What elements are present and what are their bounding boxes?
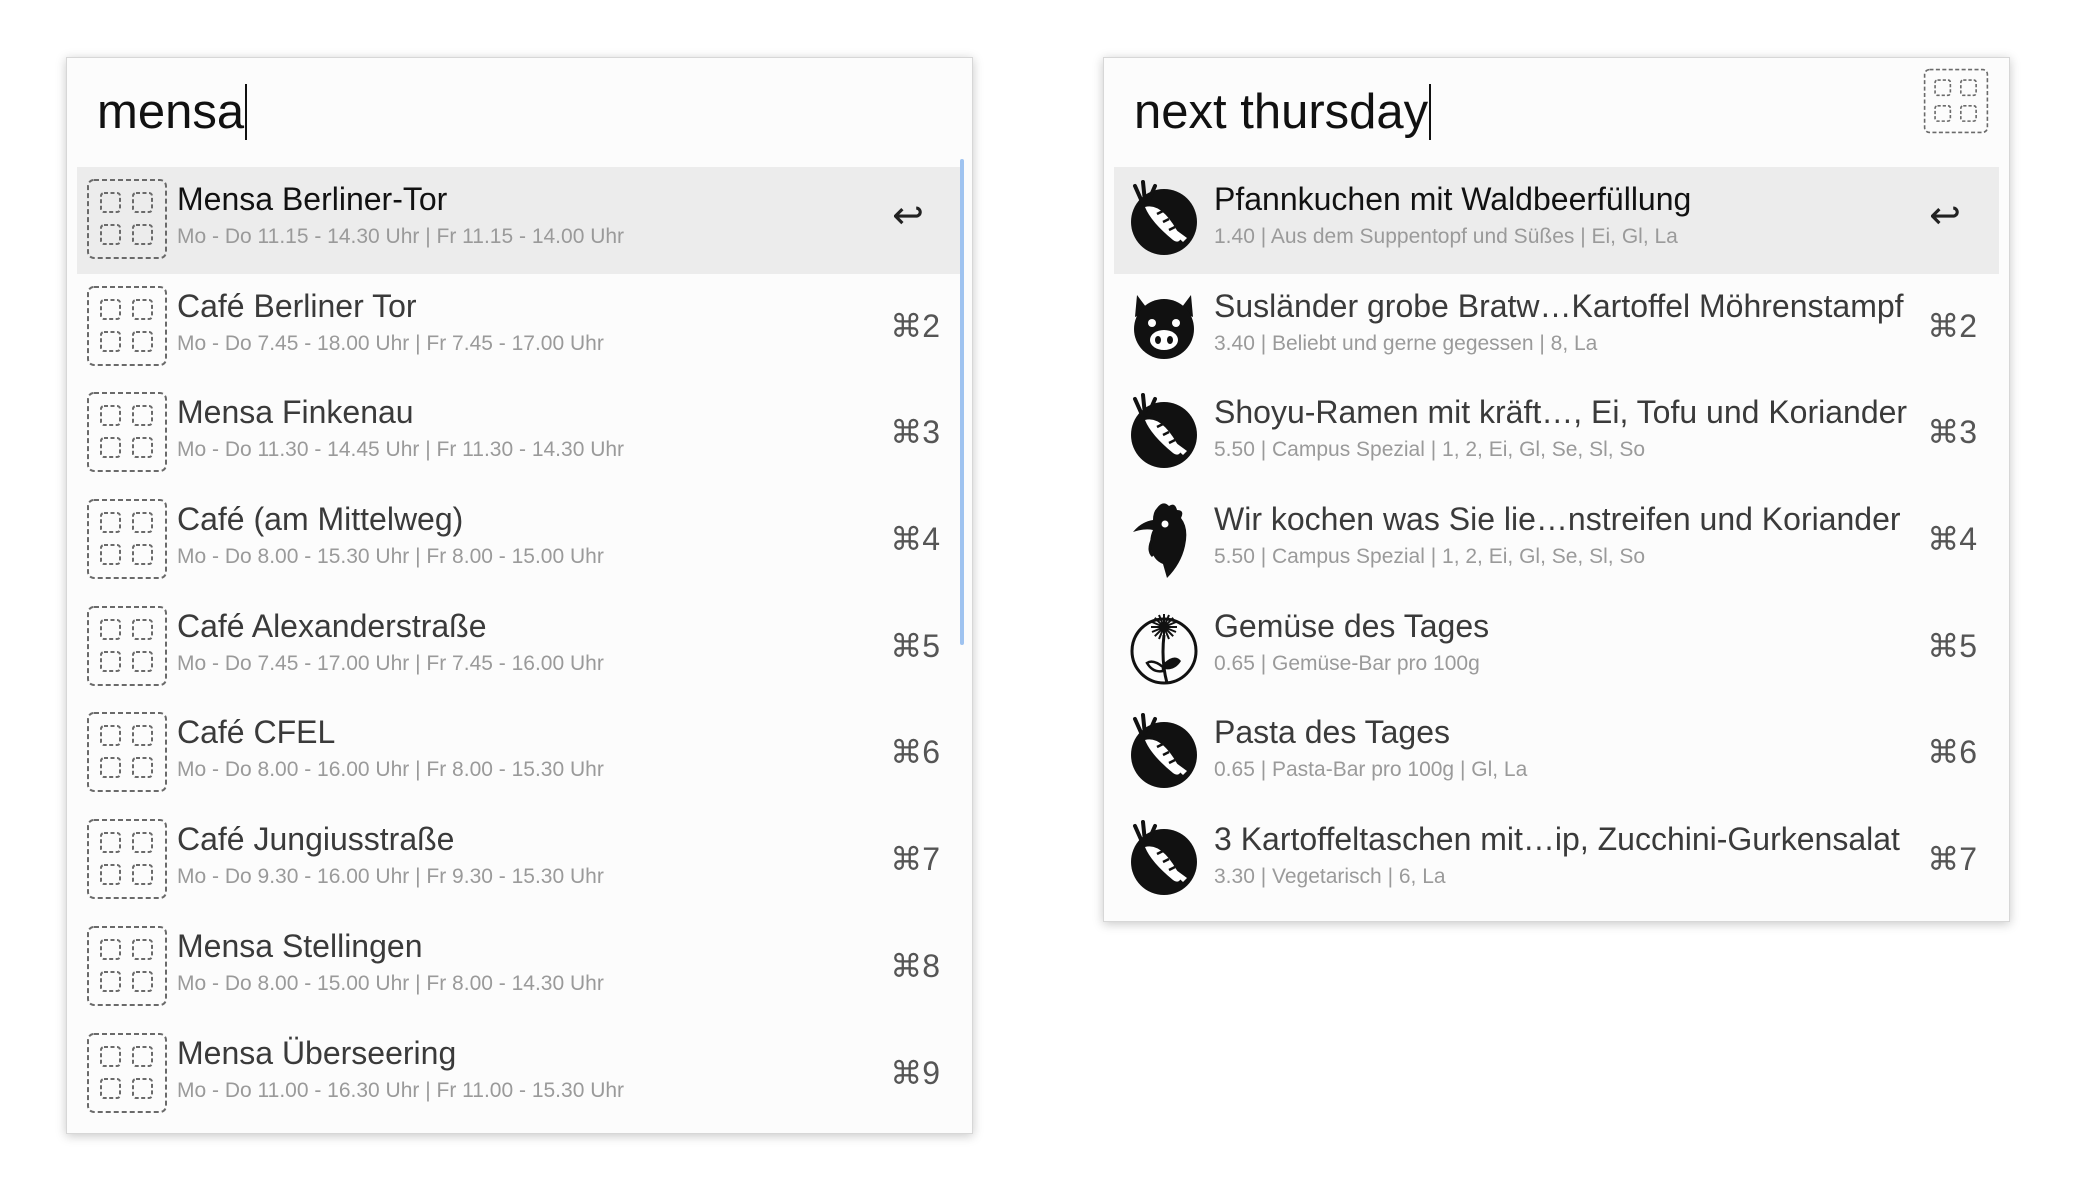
result-subtitle: 0.65 | Pasta-Bar pro 100g | Gl, La <box>1214 758 1528 782</box>
result-subtitle: 1.40 | Aus dem Suppentopf und Süßes | Ei… <box>1214 225 1678 248</box>
shortcut-label: ⌘2 <box>890 307 940 344</box>
result-title: Café (am Mittelweg) <box>177 501 464 538</box>
shortcut-label: ⌘7 <box>890 841 940 878</box>
result-row[interactable]: Pfannkuchen mit Waldbeerfüllung 1.40 | Au… <box>1114 167 1999 274</box>
shortcut-label: ⌘3 <box>890 414 940 451</box>
result-title: Mensa Berliner-Tor <box>177 181 448 217</box>
result-row[interactable]: Mensa Finkenau Mo - Do 11.30 - 14.45 Uhr … <box>77 380 962 487</box>
search-input[interactable]: mensa <box>97 72 248 152</box>
result-row[interactable]: Café CFEL Mo - Do 8.00 - 16.00 Uhr | Fr 8… <box>77 700 962 807</box>
menu-search-panel: next thursday Pfannkuchen mit Waldbeerfü… <box>1103 57 2010 922</box>
search-query-text: next thursday <box>1134 85 1429 139</box>
result-subtitle: 0.65 | Gemüse-Bar pro 100g <box>1214 651 1480 675</box>
placeholder-grid-icon <box>86 818 168 900</box>
shortcut-label: ⌘5 <box>890 627 940 664</box>
result-subtitle: 5.50 | Campus Spezial | 1, 2, Ei, Gl, Se… <box>1214 438 1646 462</box>
result-title: Café Berliner Tor <box>177 287 417 324</box>
result-subtitle: Mo - Do 11.30 - 14.45 Uhr | Fr 11.30 - 1… <box>177 438 625 462</box>
carrot-icon <box>1123 711 1205 793</box>
result-title: Susländer grobe Bratw…Kartoffel Möhrenst… <box>1214 287 1904 324</box>
placeholder-grid-icon <box>86 1032 168 1114</box>
result-title: Gemüse des Tages <box>1214 607 1490 644</box>
result-row[interactable]: Pasta des Tages 0.65 | Pasta-Bar pro 100g… <box>1114 700 1999 807</box>
result-row[interactable]: Mensa Stellingen Mo - Do 8.00 - 15.00 Uhr… <box>77 914 962 1021</box>
text-caret <box>1429 84 1432 141</box>
result-subtitle: Mo - Do 11.15 - 14.30 Uhr | Fr 11.15 - 1… <box>177 225 625 248</box>
result-subtitle: Mo - Do 8.00 - 15.30 Uhr | Fr 8.00 - 15.… <box>177 545 604 569</box>
shortcut-label: ⌘4 <box>890 521 940 558</box>
mensa-search-panel: mensa Mensa Berliner-Tor Mo - Do 11.15 - … <box>66 57 973 1134</box>
shortcut-label: ⌘5 <box>1927 627 1977 664</box>
result-subtitle: 5.50 | Campus Spezial | 1, 2, Ei, Gl, Se… <box>1214 545 1646 569</box>
result-subtitle: 3.30 | Vegetarisch | 6, La <box>1214 865 1446 889</box>
result-title: Café CFEL <box>177 714 336 751</box>
pig-icon <box>1123 285 1205 367</box>
placeholder-grid-icon <box>1923 68 1989 134</box>
flower-icon <box>1123 605 1205 687</box>
text-caret <box>245 84 248 141</box>
result-row[interactable]: Café Alexanderstraße Mo - Do 7.45 - 17.00… <box>77 594 962 701</box>
result-row[interactable]: Susländer grobe Bratw…Kartoffel Möhrenst… <box>1114 274 1999 381</box>
result-subtitle: Mo - Do 8.00 - 16.00 Uhr | Fr 8.00 - 15.… <box>177 758 604 782</box>
return-key-icon: ↩ <box>1929 195 1961 237</box>
result-subtitle: 3.40 | Beliebt und gerne gegessen | 8, L… <box>1214 331 1598 355</box>
result-row[interactable]: Café Jungiusstraße Mo - Do 9.30 - 16.00 U… <box>77 807 962 914</box>
result-row[interactable]: Mensa Überseering Mo - Do 11.00 - 16.30 U… <box>77 1021 962 1128</box>
placeholder-grid-icon <box>86 711 168 793</box>
placeholder-grid-icon <box>86 605 168 687</box>
result-subtitle: Mo - Do 11.00 - 16.30 Uhr | Fr 11.00 - 1… <box>177 1078 625 1102</box>
result-title: Mensa Finkenau <box>177 394 414 431</box>
result-title: 3 Kartoffeltaschen mit…ip, Zucchini-Gurk… <box>1214 821 1900 858</box>
result-title: Café Jungiusstraße <box>177 821 455 858</box>
placeholder-grid-icon <box>86 391 168 473</box>
placeholder-grid-icon <box>86 498 168 580</box>
result-row[interactable]: Shoyu-Ramen mit kräft…, Ei, Tofu und Kor… <box>1114 380 1999 487</box>
chicken-icon <box>1123 498 1205 580</box>
carrot-icon <box>1123 391 1205 473</box>
shortcut-label: ⌘7 <box>1927 841 1977 878</box>
result-row[interactable]: Mensa Berliner-Tor Mo - Do 11.15 - 14.30 … <box>77 167 962 274</box>
result-row[interactable]: Café (am Mittelweg) Mo - Do 8.00 - 15.30 … <box>77 487 962 594</box>
result-row[interactable]: Café Berliner Tor Mo - Do 7.45 - 18.00 Uh… <box>77 274 962 381</box>
result-row[interactable]: Gemüse des Tages 0.65 | Gemüse-Bar pro 10… <box>1114 594 1999 701</box>
carrot-icon <box>1123 178 1205 260</box>
return-key-icon: ↩ <box>892 195 924 237</box>
result-list: Mensa Berliner-Tor Mo - Do 11.15 - 14.30 … <box>77 167 962 1127</box>
result-title: Mensa Überseering <box>177 1034 457 1071</box>
result-list: Pfannkuchen mit Waldbeerfüllung 1.40 | Au… <box>1114 167 1999 914</box>
shortcut-label: ⌘3 <box>1927 414 1977 451</box>
result-title: Mensa Stellingen <box>177 927 423 964</box>
scrollbar[interactable] <box>960 159 964 645</box>
result-row[interactable]: 3 Kartoffeltaschen mit…ip, Zucchini-Gurk… <box>1114 807 1999 914</box>
shortcut-label: ⌘6 <box>1927 734 1977 771</box>
result-title: Café Alexanderstraße <box>177 607 487 644</box>
placeholder-grid-icon <box>86 925 168 1007</box>
result-subtitle: Mo - Do 8.00 - 15.00 Uhr | Fr 8.00 - 14.… <box>177 971 604 995</box>
placeholder-grid-icon <box>86 285 168 367</box>
shortcut-label: ⌘2 <box>1927 307 1977 344</box>
result-title: Wir kochen was Sie lie…nstreifen und Kor… <box>1214 501 1901 538</box>
shortcut-label: ⌘6 <box>890 734 940 771</box>
result-subtitle: Mo - Do 9.30 - 16.00 Uhr | Fr 9.30 - 15.… <box>177 865 604 889</box>
result-subtitle: Mo - Do 7.45 - 18.00 Uhr | Fr 7.45 - 17.… <box>177 331 604 355</box>
result-row[interactable]: Wir kochen was Sie lie…nstreifen und Kor… <box>1114 487 1999 594</box>
shortcut-label: ⌘8 <box>890 947 940 984</box>
result-title: Pasta des Tages <box>1214 714 1451 751</box>
search-input[interactable]: next thursday <box>1134 72 1432 152</box>
search-query-text: mensa <box>97 85 245 139</box>
shortcut-label: ⌘9 <box>890 1054 940 1091</box>
result-title: Pfannkuchen mit Waldbeerfüllung <box>1214 181 1692 217</box>
shortcut-label: ⌘4 <box>1927 521 1977 558</box>
result-title: Shoyu-Ramen mit kräft…, Ei, Tofu und Kor… <box>1214 394 1908 431</box>
result-subtitle: Mo - Do 7.45 - 17.00 Uhr | Fr 7.45 - 16.… <box>177 651 604 675</box>
carrot-icon <box>1123 818 1205 900</box>
placeholder-grid-icon <box>86 178 168 260</box>
